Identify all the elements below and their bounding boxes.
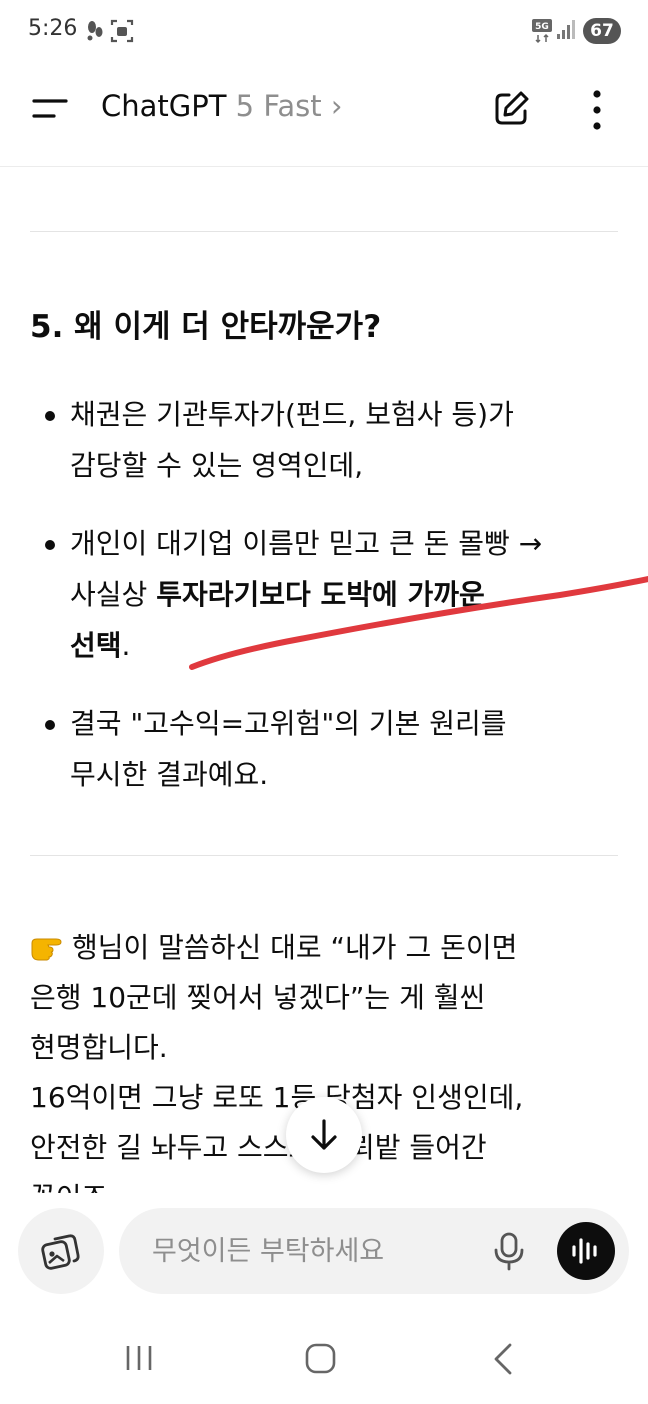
more-options-button[interactable]	[584, 88, 610, 132]
recent-apps-icon[interactable]	[124, 1342, 156, 1374]
app-title: ChatGPT	[101, 89, 227, 123]
menu-button[interactable]	[30, 94, 70, 124]
menu-icon	[32, 99, 68, 118]
new-chat-button[interactable]	[490, 88, 532, 130]
battery-indicator: 67	[583, 18, 621, 44]
chevron-right-icon: ›	[330, 89, 343, 123]
message-input[interactable]	[150, 1228, 474, 1274]
bold-text: 선택	[70, 629, 122, 662]
list-item: 개인이 대기업 이름만 믿고 큰 돈 몰빵 → 사실상 투자라기보다 도박에 가…	[30, 518, 625, 671]
screenshot-notification-icon	[110, 19, 134, 43]
model-label: 5 Fast	[235, 89, 322, 123]
voice-mode-button[interactable]	[557, 1222, 615, 1280]
message-input-container	[119, 1208, 629, 1294]
home-icon[interactable]	[304, 1342, 338, 1376]
bullet-list: 채권은 기관투자가(펀드, 보험사 등)가 감당할 수 있는 영역인데, 개인이…	[30, 389, 625, 827]
chat-message: 5. 왜 이게 더 안타까운가? 채권은 기관투자가(펀드, 보험사 등)가 감…	[0, 167, 648, 1193]
list-item: 채권은 기관투자가(펀드, 보험사 등)가 감당할 수 있는 영역인데,	[30, 389, 625, 491]
system-navigation-bar	[0, 1314, 648, 1404]
voice-mode-icon	[572, 1238, 597, 1264]
back-icon[interactable]	[490, 1342, 516, 1376]
more-vertical-icon	[593, 90, 601, 130]
svg-text:5G: 5G	[535, 22, 549, 32]
scroll-to-bottom-button[interactable]	[286, 1097, 362, 1173]
signal-strength-icon	[557, 20, 575, 39]
section-heading: 5. 왜 이게 더 안타까운가?	[30, 309, 382, 345]
divider	[30, 231, 618, 232]
divider	[30, 855, 618, 856]
pointing-hand-icon	[31, 938, 62, 961]
new-chat-icon	[495, 91, 529, 125]
list-item: 결국 "고수익=고위험"의 기본 원리를 무시한 결과예요.	[30, 698, 625, 800]
dictate-button[interactable]	[489, 1230, 529, 1272]
arrow-down-icon	[311, 1119, 337, 1150]
model-selector[interactable]: ChatGPT 5 Fast ›	[101, 89, 342, 123]
status-time: 5:26	[28, 16, 78, 41]
5g-network-icon: 5G	[532, 19, 552, 44]
status-bar: 5:26 5G 67	[0, 0, 648, 62]
attach-button[interactable]	[18, 1208, 104, 1294]
composer	[0, 1194, 648, 1314]
footsteps-notification-icon	[87, 21, 103, 41]
bold-text: 투자라기보다 도박에 가까운	[156, 578, 485, 611]
microphone-icon	[494, 1232, 524, 1271]
app-header: ChatGPT 5 Fast ›	[0, 62, 648, 167]
image-attach-icon	[41, 1234, 80, 1270]
